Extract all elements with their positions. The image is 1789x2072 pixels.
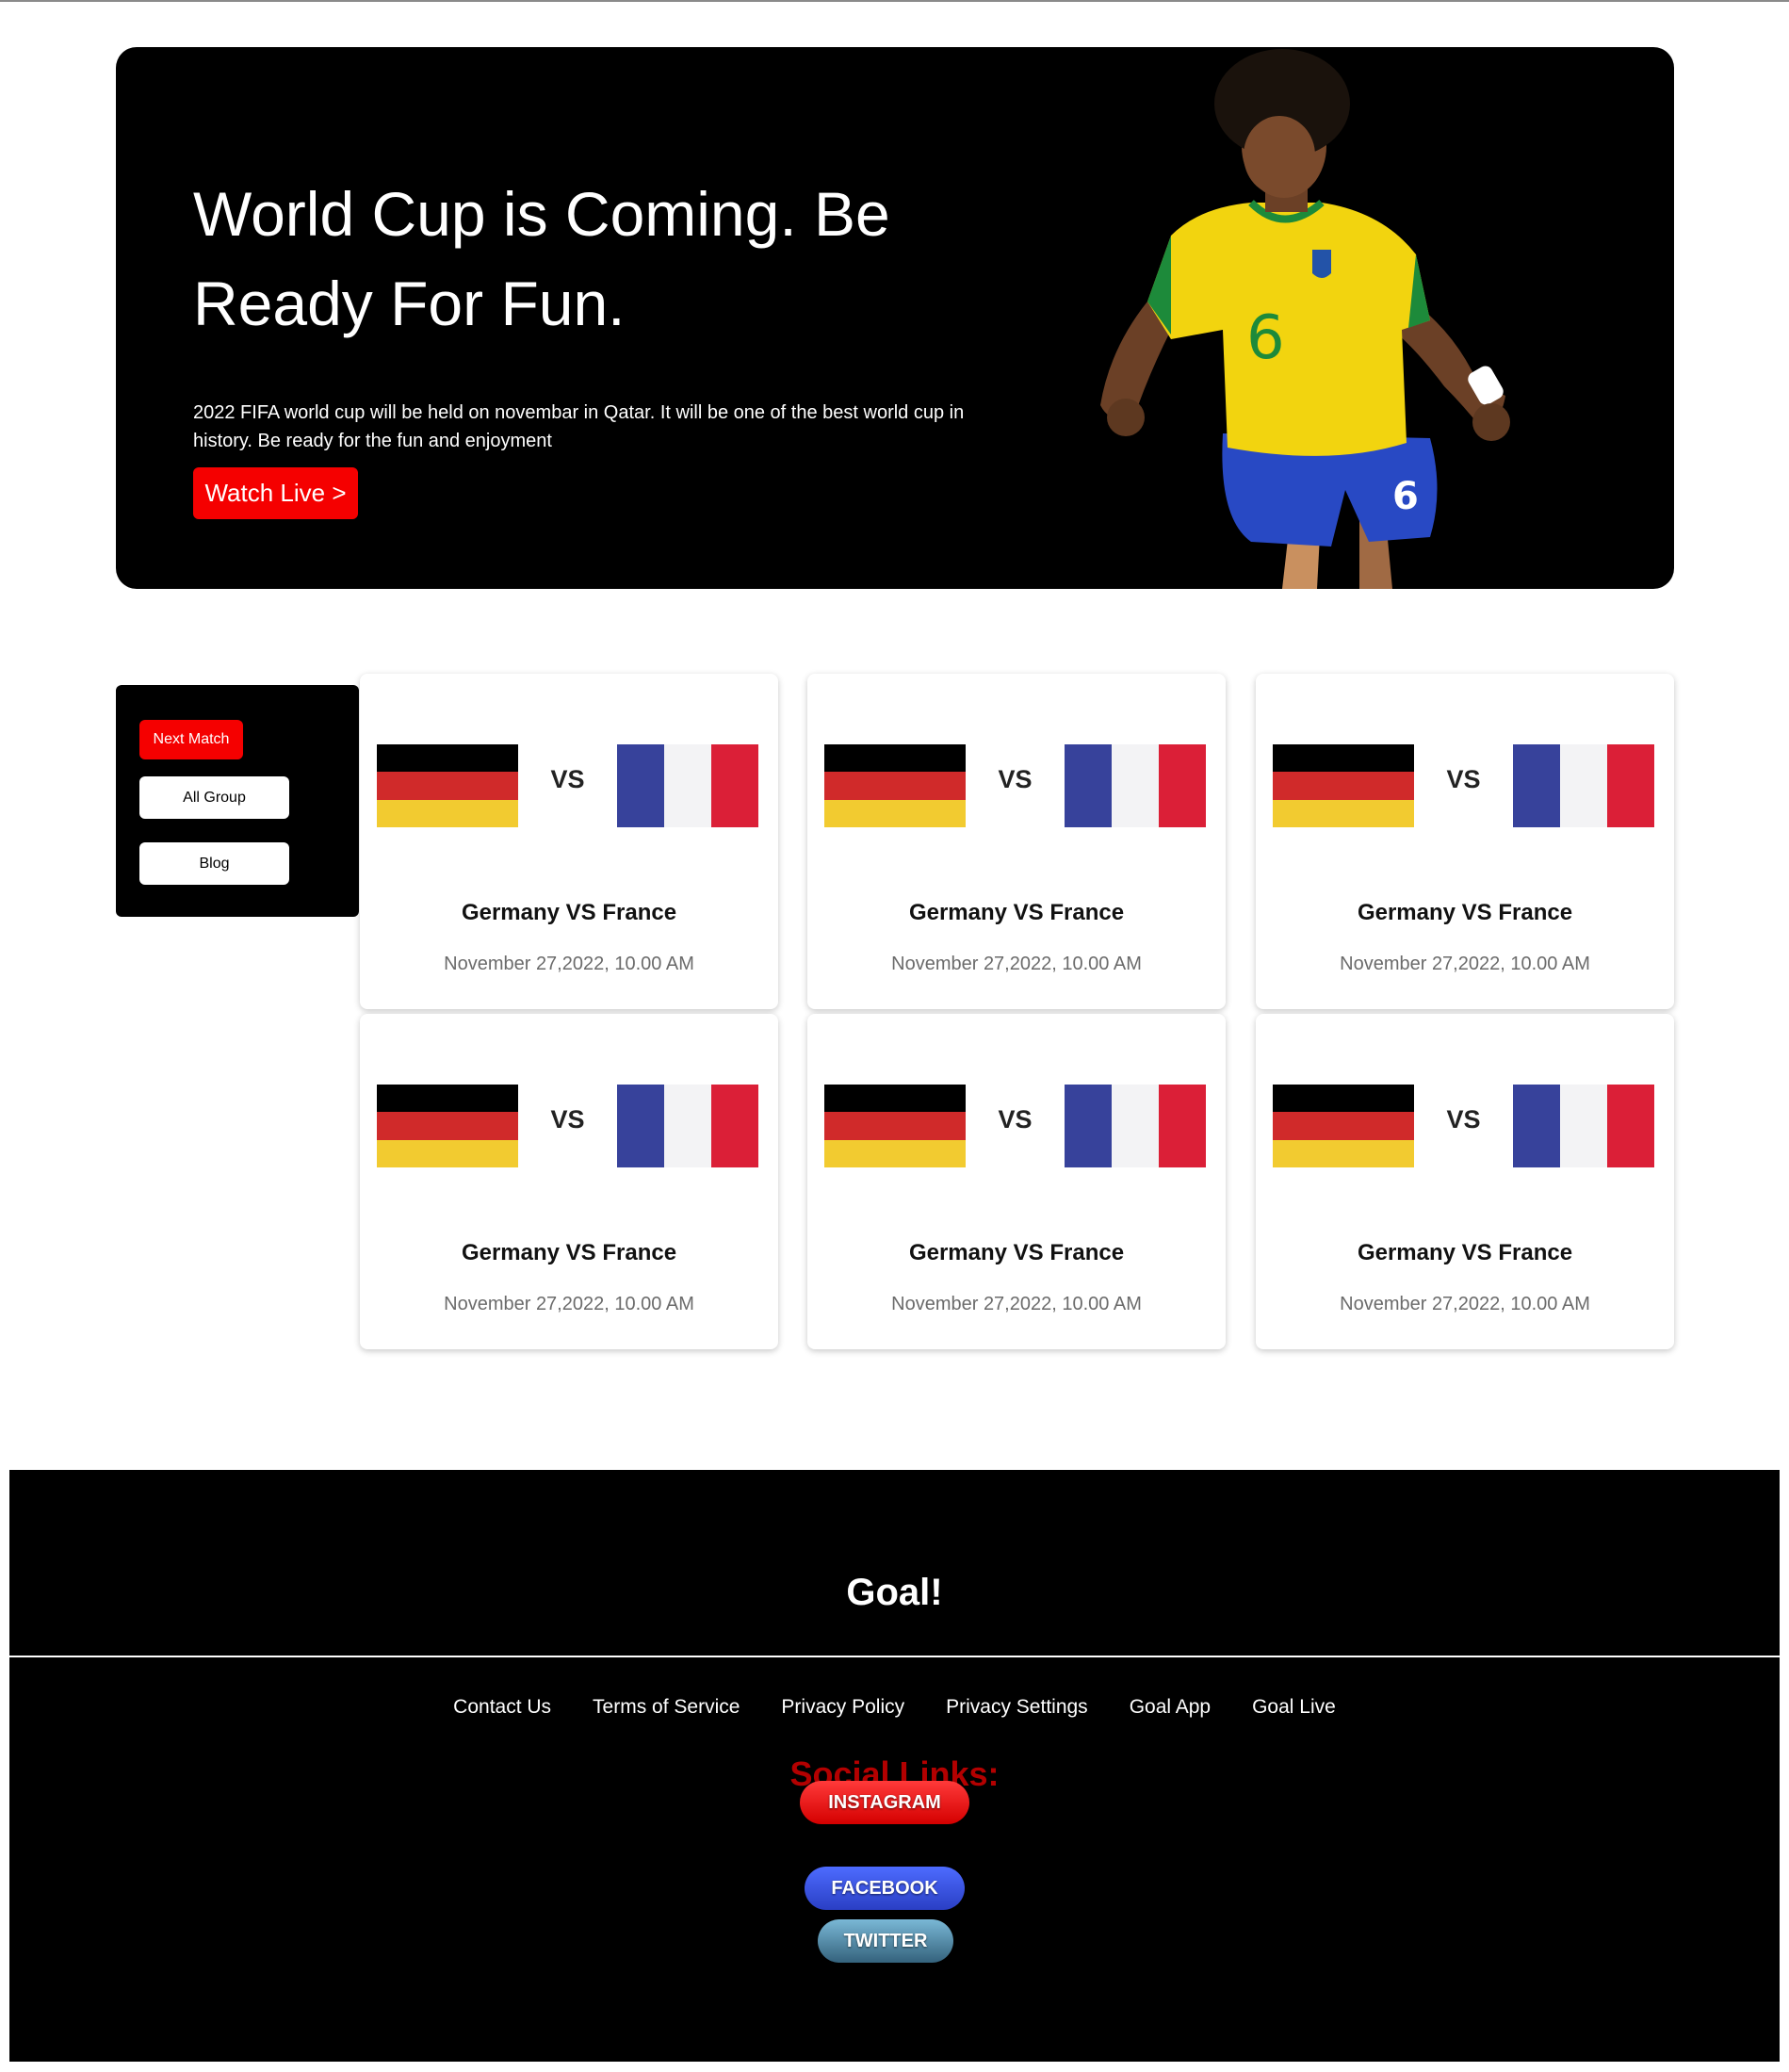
france-flag-icon <box>617 744 758 827</box>
germany-flag-icon <box>824 1085 966 1167</box>
vs-label: VS <box>550 765 585 793</box>
vs-label: VS <box>998 765 1033 793</box>
twitter-button[interactable]: TWITTER <box>818 1919 953 1963</box>
vs-label: VS <box>550 1105 585 1134</box>
match-card[interactable]: VS Germany VS France November 27,2022, 1… <box>360 674 778 1009</box>
hero-banner: World Cup is Coming. Be Ready For Fun. 2… <box>116 47 1674 589</box>
match-date: November 27,2022, 10.00 AM <box>891 1294 1142 1314</box>
match-title: Germany VS France <box>908 900 1125 925</box>
france-flag-icon <box>617 1085 758 1167</box>
footer-link-contact-us[interactable]: Contact Us <box>453 1696 551 1719</box>
shirt-number: 6 <box>1246 303 1285 373</box>
footer-brand: Goal! <box>846 1572 943 1613</box>
site-footer: Goal! Contact Us Terms of Service Privac… <box>9 1470 1780 2062</box>
germany-flag-icon <box>377 1085 518 1167</box>
shorts-number: 6 <box>1392 475 1419 518</box>
instagram-button[interactable]: INSTAGRAM <box>800 1781 969 1824</box>
france-flag-icon <box>1065 1085 1206 1167</box>
france-flag-icon <box>1065 744 1206 827</box>
match-date: November 27,2022, 10.00 AM <box>1340 954 1590 974</box>
france-flag-icon <box>1513 744 1654 827</box>
facebook-button[interactable]: FACEBOOK <box>805 1867 965 1910</box>
next-match-button[interactable]: Next Match <box>139 720 243 759</box>
footer-link-goal-live[interactable]: Goal Live <box>1252 1696 1336 1719</box>
all-group-button[interactable]: All Group <box>139 776 289 819</box>
match-card[interactable]: VS Germany VS France November 27,2022, 1… <box>807 674 1226 1009</box>
match-title: Germany VS France <box>461 900 677 925</box>
france-flag-icon <box>1513 1085 1654 1167</box>
match-card[interactable]: VS Germany VS France November 27,2022, 1… <box>360 1014 778 1349</box>
vs-label: VS <box>998 1105 1033 1134</box>
match-title: Germany VS France <box>1357 900 1573 925</box>
match-title: Germany VS France <box>461 1240 677 1265</box>
match-date: November 27,2022, 10.00 AM <box>1340 1294 1590 1314</box>
match-card[interactable]: VS Germany VS France November 27,2022, 1… <box>807 1014 1226 1349</box>
watch-live-button[interactable]: Watch Live > <box>193 467 358 519</box>
match-sidebar: Next Match All Group Blog <box>116 685 359 917</box>
match-date: November 27,2022, 10.00 AM <box>891 954 1142 974</box>
football-player-image: 6 6 <box>1100 49 1510 589</box>
germany-flag-icon <box>377 744 518 827</box>
match-date: November 27,2022, 10.00 AM <box>444 954 694 974</box>
germany-flag-icon <box>824 744 966 827</box>
vs-label: VS <box>1446 765 1481 793</box>
footer-link-privacy-settings[interactable]: Privacy Settings <box>946 1696 1088 1719</box>
germany-flag-icon <box>1273 744 1414 827</box>
footer-divider <box>9 1656 1780 1657</box>
vs-label: VS <box>1446 1105 1481 1134</box>
hero-title: World Cup is Coming. Be Ready For Fun. <box>193 179 890 338</box>
blog-button[interactable]: Blog <box>139 842 289 885</box>
footer-link-terms-of-service[interactable]: Terms of Service <box>593 1696 740 1719</box>
footer-links: Contact Us Terms of Service Privacy Poli… <box>9 1696 1780 1719</box>
match-title: Germany VS France <box>908 1240 1125 1265</box>
germany-flag-icon <box>1273 1085 1414 1167</box>
footer-link-goal-app[interactable]: Goal App <box>1130 1696 1211 1719</box>
match-date: November 27,2022, 10.00 AM <box>444 1294 694 1314</box>
top-divider <box>0 0 1789 2</box>
footer-link-privacy-policy[interactable]: Privacy Policy <box>781 1696 904 1719</box>
match-title: Germany VS France <box>1357 1240 1573 1265</box>
match-card[interactable]: VS Germany VS France November 27,2022, 1… <box>1256 1014 1674 1349</box>
match-card[interactable]: VS Germany VS France November 27,2022, 1… <box>1256 674 1674 1009</box>
hero-description: 2022 FIFA world cup will be held on nove… <box>193 402 965 451</box>
